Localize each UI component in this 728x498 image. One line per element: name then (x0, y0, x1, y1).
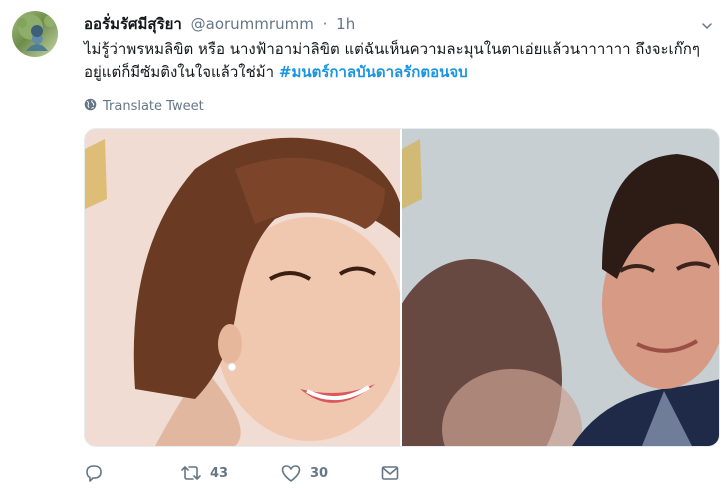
like-count: 30 (310, 465, 329, 481)
tweet-actions: 43 30 (84, 462, 400, 484)
timestamp[interactable]: 1h (336, 15, 355, 33)
globe-icon (84, 98, 103, 115)
tweet-text: ไม่รู้ว่าพรหมลิขิต หรือ นางฟ้าอาม่าลิขิต… (84, 38, 714, 84)
direct-message-button[interactable] (380, 463, 400, 483)
display-name[interactable]: ออรั่มรัศมีสุริยา (84, 15, 182, 33)
user-handle[interactable]: @aorummrumm (191, 15, 314, 33)
retweet-icon (180, 463, 202, 483)
tweet-header: ออรั่มรัศมีสุริยา @aorummrumm · 1h (84, 12, 355, 34)
woman-smiling-photo[interactable] (85, 129, 400, 446)
retweet-button[interactable]: 43 (180, 463, 280, 483)
tweet-media[interactable] (84, 128, 720, 447)
avatar[interactable] (12, 11, 58, 57)
tweet: ออรั่มรัศมีสุริยา @aorummrumm · 1h ไม่รู… (0, 0, 728, 498)
reply-icon (84, 463, 104, 483)
chevron-down-icon[interactable] (702, 16, 712, 29)
separator-dot: · (322, 15, 328, 33)
heart-icon (280, 463, 302, 483)
envelope-icon (380, 463, 400, 483)
hashtag-link[interactable]: #มนตร์กาลบันดาลรักตอนจบ (279, 63, 468, 81)
like-button[interactable]: 30 (280, 463, 380, 483)
translate-label: Translate Tweet (103, 98, 204, 114)
reply-button[interactable] (84, 463, 180, 483)
translate-tweet-link[interactable]: Translate Tweet (84, 96, 204, 116)
man-smiling-photo[interactable] (402, 129, 719, 446)
retweet-count: 43 (210, 465, 229, 481)
